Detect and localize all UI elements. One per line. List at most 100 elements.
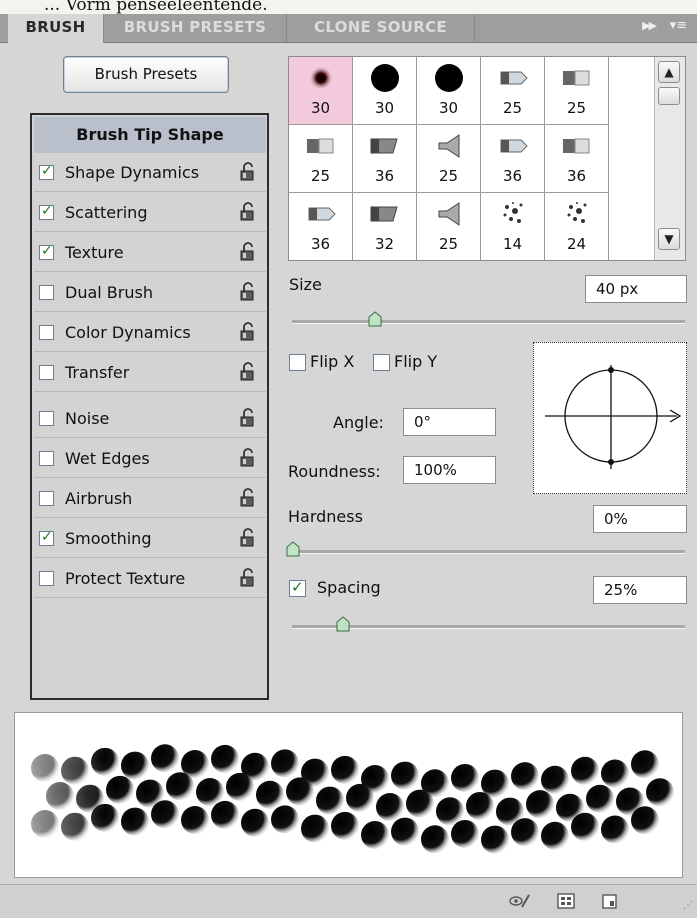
scroll-up-icon[interactable]: ▲ [658,61,680,83]
brush-tip-cell[interactable]: 24 [545,193,609,260]
preview-dab [196,778,224,807]
lock-icon[interactable] [238,202,258,222]
brush-tip-cell[interactable]: 30 [289,57,353,125]
option-item-shape-dynamics[interactable]: Shape Dynamics [34,154,266,192]
option-label: Shape Dynamics [65,163,200,182]
brush-tip-cell[interactable]: 25 [417,125,481,193]
preview-dab [466,791,494,820]
lock-icon[interactable] [238,568,258,588]
flip-x-checkbox[interactable] [289,354,306,371]
option-item-dual-brush[interactable]: Dual Brush [34,274,266,312]
option-checkbox[interactable] [39,203,54,220]
brush-tip-cell[interactable]: 36 [289,193,353,260]
roundness-handle-top [608,367,614,373]
brush-tip-size: 14 [502,235,523,253]
flip-y-checkbox[interactable] [373,354,390,371]
size-field[interactable]: 40 px [585,275,687,303]
spacing-slider-thumb[interactable] [336,616,350,632]
preview-dab [631,806,659,835]
brush-tip-size: 25 [310,167,331,185]
tab-brush[interactable]: BRUSH [8,14,104,43]
brush-options-list: Brush Tip Shape Shape Dynamics Scattering… [30,113,269,700]
eye-brush-icon[interactable] [508,891,530,911]
option-checkbox[interactable] [39,243,54,260]
brush-tip-size: 25 [438,167,459,185]
caption-text: ... Vorm penseeleentende. [0,0,697,14]
lock-icon[interactable] [238,448,258,468]
hardness-field[interactable]: 0% [593,505,687,533]
scroll-down-icon[interactable]: ▼ [658,228,680,250]
option-label: Noise [65,409,110,428]
lock-icon[interactable] [238,282,258,302]
brush-tip-cell[interactable]: 25 [289,125,353,193]
lock-icon[interactable] [238,162,258,182]
preview-dab [376,793,404,822]
option-checkbox[interactable] [39,491,54,506]
spacing-field[interactable]: 25% [593,576,687,604]
brush-tip-shape-item[interactable]: Brush Tip Shape [34,117,266,153]
lock-icon[interactable] [238,488,258,508]
lock-icon[interactable] [238,322,258,342]
hardness-slider-thumb[interactable] [286,541,300,557]
preview-dab [526,790,554,819]
brush-tip-cell[interactable]: 30 [417,57,481,125]
option-checkbox[interactable] [39,451,54,466]
lock-icon[interactable] [238,408,258,428]
angle-field[interactable]: 0° [403,408,496,436]
brush-tip-cell[interactable]: 32 [353,193,417,260]
option-item-color-dynamics[interactable]: Color Dynamics [34,314,266,352]
brush-tip-cell[interactable]: 25 [545,57,609,125]
option-item-smoothing[interactable]: Smoothing [34,520,266,558]
brush-tip-grid[interactable]: 30 30 30 25 25 25 36 25 36 36 36 32 25 14 24 ▲ ▼ [288,56,686,261]
brush-presets-button[interactable]: Brush Presets [63,56,229,93]
resize-grip-icon[interactable]: ⋰ [683,900,693,911]
option-checkbox[interactable] [39,411,54,426]
lock-icon[interactable] [238,528,258,548]
double-chevron-right-icon[interactable]: ▶▶ [642,19,657,32]
size-slider[interactable] [292,320,685,324]
lock-icon[interactable] [238,242,258,262]
option-item-wet-edges[interactable]: Wet Edges [34,440,266,478]
option-checkbox[interactable] [39,365,54,380]
option-item-airbrush[interactable]: Airbrush [34,480,266,518]
brush-tip-cell[interactable]: 36 [545,125,609,193]
lock-icon[interactable] [238,362,258,382]
new-preset-icon[interactable] [598,891,620,911]
brush-tip-cell[interactable]: 25 [481,57,545,125]
brush-tip-cell[interactable]: 30 [353,57,417,125]
tab-clone-source[interactable]: CLONE SOURCE [287,14,475,42]
option-checkbox[interactable] [39,325,54,340]
option-item-transfer[interactable]: Transfer [34,354,266,392]
roundness-field[interactable]: 100% [403,456,496,484]
preview-dab [331,811,359,840]
option-label: Color Dynamics [65,323,191,342]
brush-tip-cell[interactable]: 25 [417,193,481,260]
option-checkbox[interactable] [39,285,54,300]
preview-dab [331,755,359,784]
preview-dab [631,750,659,779]
option-checkbox[interactable] [39,571,54,586]
hardness-label: Hardness [288,507,363,526]
panel-menu-icon[interactable]: ▾≡ [670,18,687,33]
spacing-checkbox[interactable] [289,578,306,597]
scrollbar-thumb[interactable] [658,87,680,105]
grid-scrollbar[interactable]: ▲ ▼ [654,57,685,260]
option-label: Texture [65,243,124,262]
option-item-texture[interactable]: Texture [34,234,266,272]
brush-tip-cell[interactable]: 36 [353,125,417,193]
preview-dab [181,806,209,835]
grid-panel-icon[interactable] [555,891,577,911]
tab-brush-presets[interactable]: BRUSH PRESETS [104,14,287,42]
option-item-protect-texture[interactable]: Protect Texture [34,560,266,598]
angle-roundness-widget[interactable] [533,342,687,494]
hardness-slider[interactable] [290,550,685,554]
brush-tip-cell[interactable]: 14 [481,193,545,260]
option-label: Airbrush [65,489,133,508]
spacing-slider[interactable] [292,625,685,629]
brush-tip-cell[interactable]: 36 [481,125,545,193]
option-checkbox[interactable] [39,529,54,546]
option-item-noise[interactable]: Noise [34,400,266,438]
option-item-scattering[interactable]: Scattering [34,194,266,232]
option-checkbox[interactable] [39,163,54,180]
size-slider-thumb[interactable] [368,311,382,327]
